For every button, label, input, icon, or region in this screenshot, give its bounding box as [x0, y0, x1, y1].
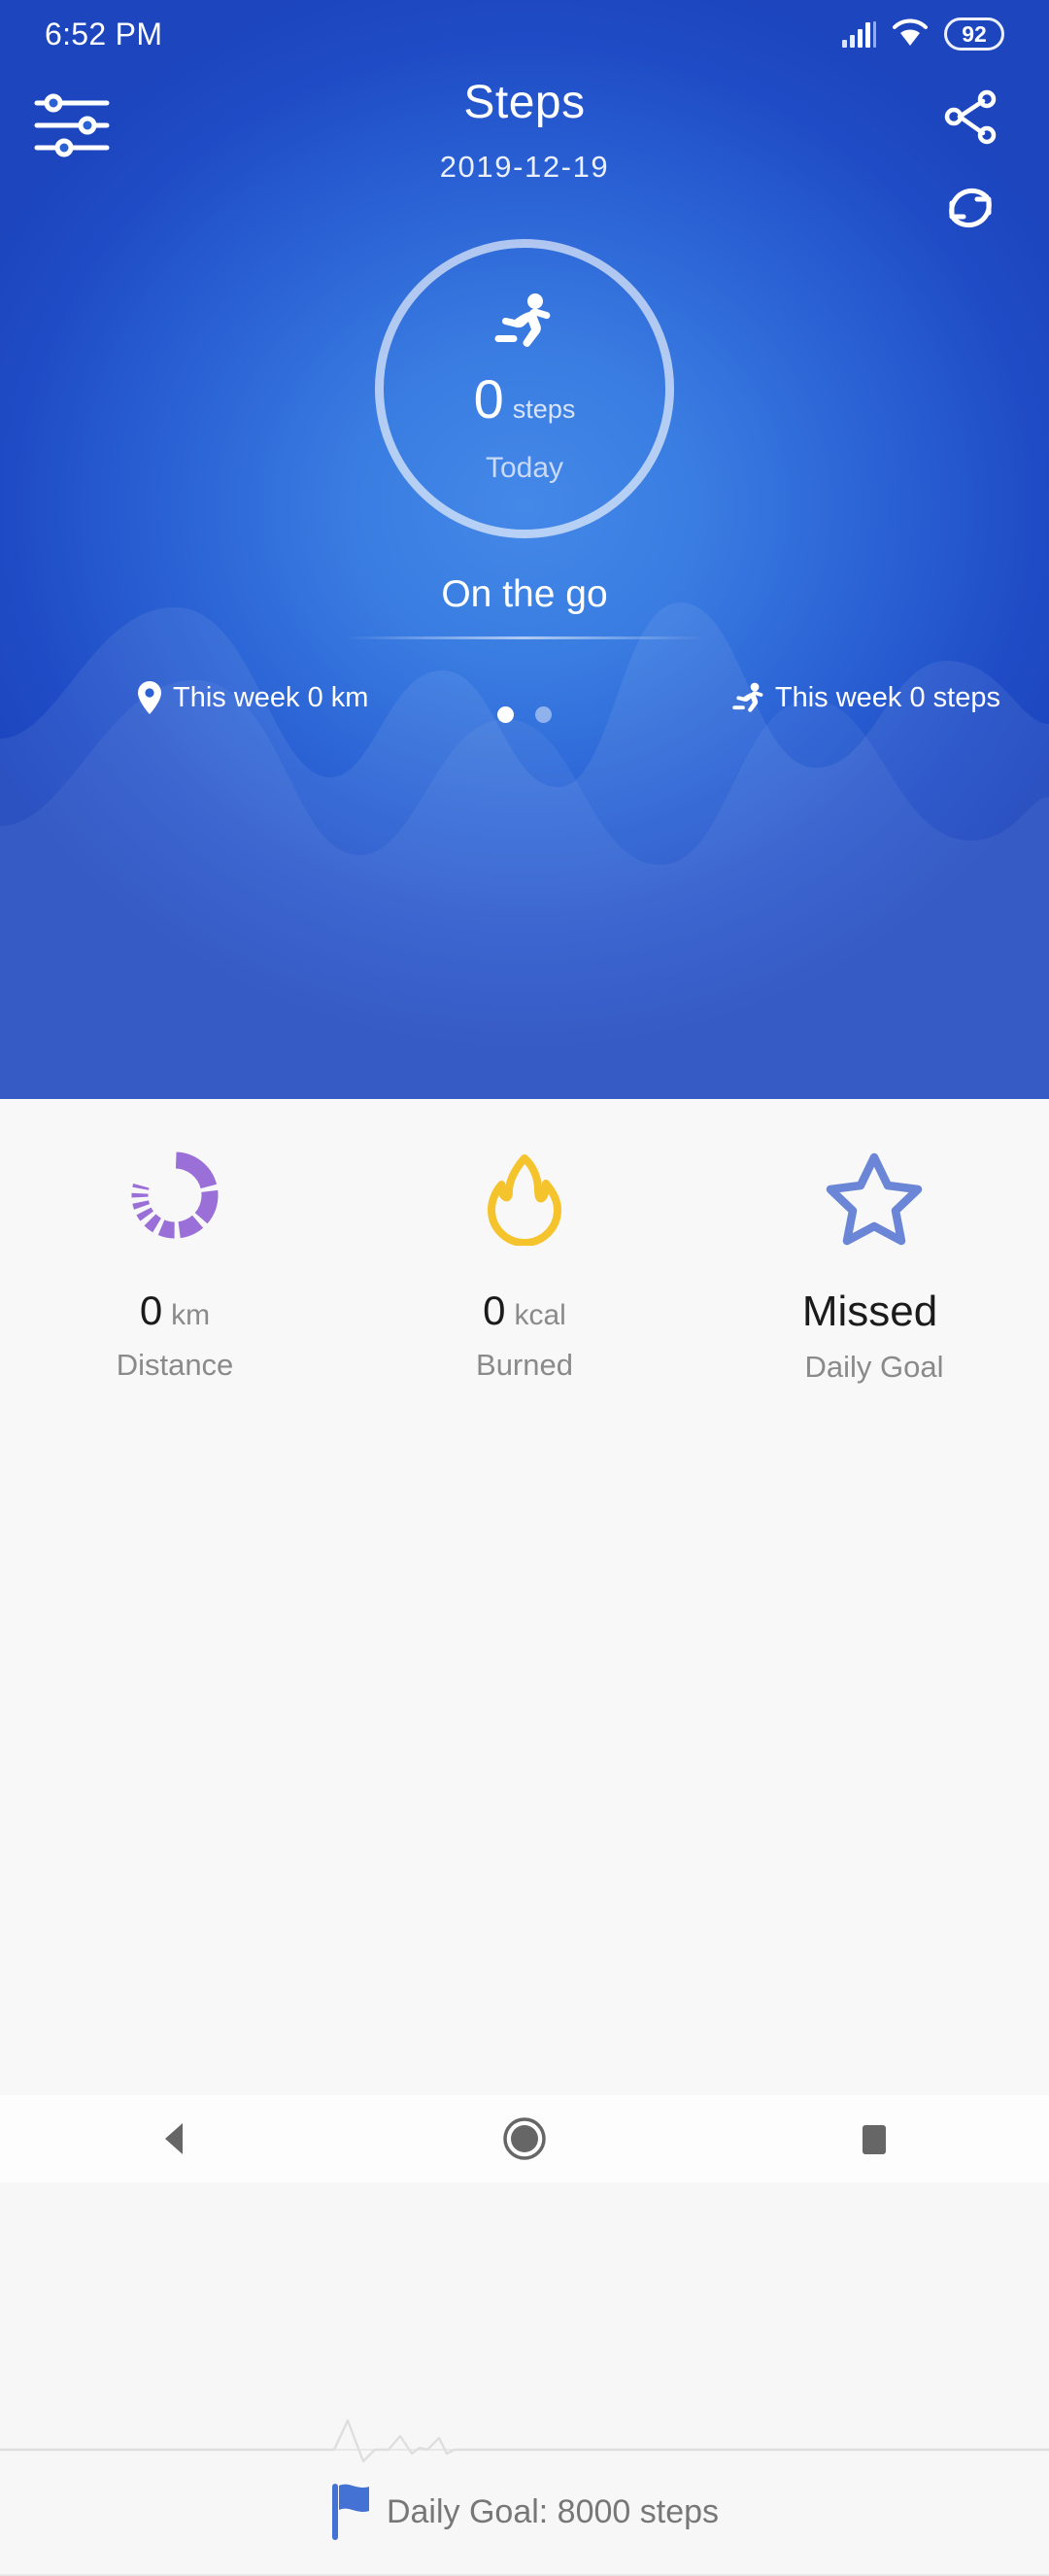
status-divider [345, 636, 704, 639]
stat-goal-caption: Daily Goal [804, 1350, 944, 1384]
hero-panel: 6:52 PM 92 Steps 2019-12-19 0 steps Toda… [0, 0, 1049, 1099]
app-bar-actions [917, 78, 1024, 247]
nav-back-button[interactable] [117, 2095, 233, 2182]
stats-sheet: 0 km Distance 0 kcal Burned Missed Daily… [0, 1099, 1049, 2576]
nav-home-button[interactable] [466, 2095, 583, 2182]
steps-value-row: 0 steps [474, 372, 576, 427]
page-date: 2019-12-19 [439, 150, 610, 184]
status-bar-time: 6:52 PM [45, 16, 163, 52]
system-nav-bar [0, 2095, 1049, 2182]
stat-goal-icon-wrap [822, 1138, 927, 1253]
home-circle-icon [503, 2117, 546, 2160]
sync-refresh-icon [949, 188, 992, 228]
daily-goal-text: Daily Goal: 8000 steps [386, 2492, 720, 2530]
battery-indicator: 92 [944, 17, 1004, 51]
stat-burned[interactable]: 0 kcal Burned [350, 1138, 699, 1385]
flag-icon [331, 2484, 369, 2540]
stat-distance-unit: km [171, 1299, 211, 1331]
dashed-ring-icon [131, 1151, 219, 1239]
signal-bars-icon [842, 21, 876, 48]
recents-square-icon [863, 2125, 886, 2154]
page-indicator [0, 706, 1049, 723]
page-title: Steps [463, 77, 586, 128]
stat-goal-value: Missed [801, 1288, 938, 1335]
page-dot-2[interactable] [535, 706, 552, 723]
share-icon [944, 89, 997, 145]
stat-distance-caption: Distance [116, 1348, 234, 1382]
star-icon [826, 1152, 923, 1246]
stats-row: 0 km Distance 0 kcal Burned Missed Daily… [0, 1138, 1049, 1385]
stat-burned-value-row: 0 kcal [483, 1288, 566, 1334]
nav-recents-button[interactable] [816, 2095, 932, 2182]
steps-value: 0 [473, 368, 504, 429]
back-triangle-icon [165, 2123, 183, 2154]
activity-status: On the go [441, 573, 608, 615]
sync-button[interactable] [931, 169, 1009, 247]
share-button[interactable] [931, 78, 1009, 155]
stat-daily-goal[interactable]: Missed Daily Goal [699, 1138, 1049, 1385]
progress-ring-content: 0 steps Today [375, 239, 674, 538]
stat-burned-value: 0 [483, 1288, 506, 1333]
daily-goal-row[interactable]: Daily Goal: 8000 steps [0, 2459, 1049, 2564]
running-person-icon [494, 293, 551, 347]
status-bar-icons: 92 [841, 17, 1004, 51]
steps-unit: steps [512, 395, 576, 424]
wifi-icon [893, 18, 928, 46]
stat-burned-unit: kcal [514, 1299, 566, 1331]
app-bar: Steps 2019-12-19 [0, 70, 1049, 245]
stat-distance-value: 0 [139, 1288, 163, 1333]
steps-progress-ring[interactable]: 0 steps Today [375, 239, 674, 538]
battery-level: 92 [962, 20, 987, 47]
flame-icon [488, 1154, 561, 1246]
stat-distance-icon-wrap [124, 1138, 225, 1253]
stat-burned-caption: Burned [476, 1348, 573, 1382]
stat-distance[interactable]: 0 km Distance [0, 1138, 350, 1385]
stat-distance-value-row: 0 km [140, 1288, 210, 1334]
stat-burned-icon-wrap [474, 1138, 575, 1253]
heartbeat-line-icon [0, 2419, 1049, 2463]
stat-goal-value-row: Missed [802, 1288, 946, 1336]
page-dot-1[interactable] [497, 706, 514, 723]
status-bar: 6:52 PM 92 [0, 0, 1049, 68]
steps-period: Today [485, 452, 564, 484]
